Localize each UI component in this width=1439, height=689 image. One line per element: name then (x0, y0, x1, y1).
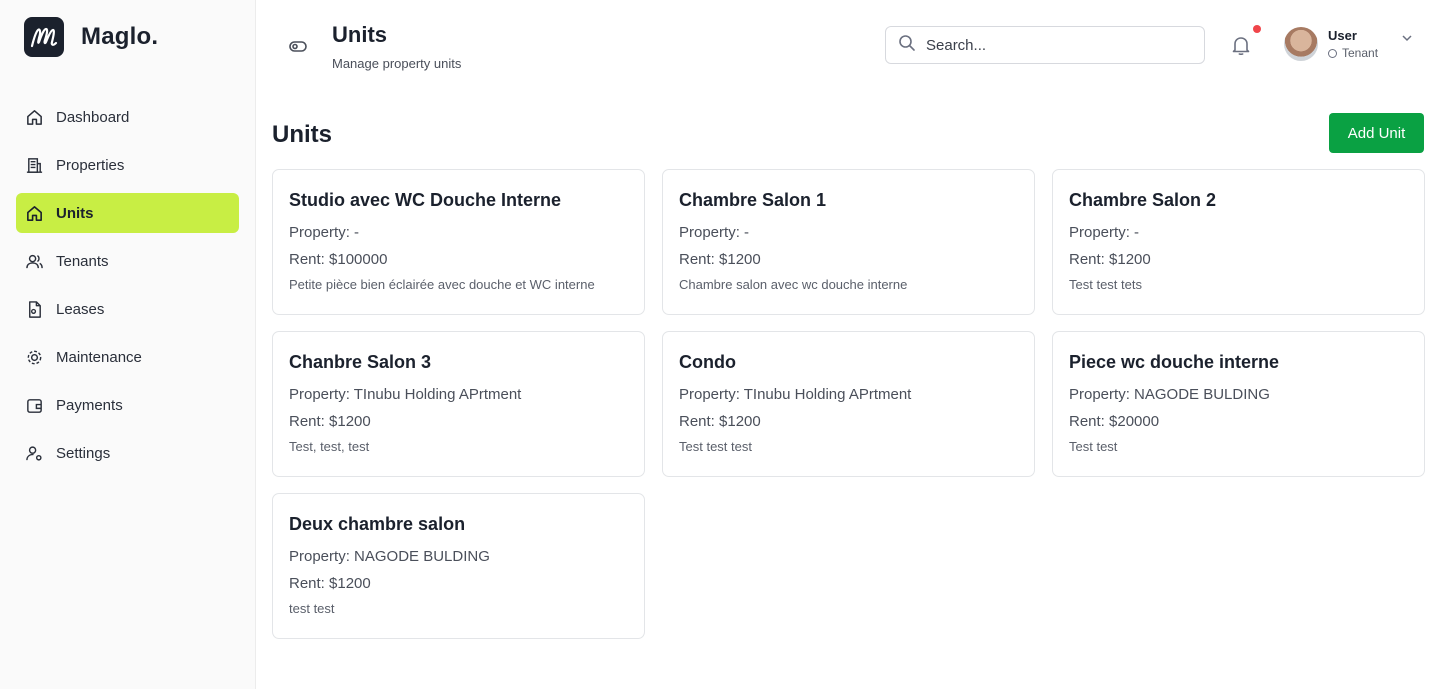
bell-icon[interactable] (1229, 33, 1253, 57)
sidebar-item-label: Units (56, 204, 94, 222)
unit-card[interactable]: Condo Property: TInubu Holding APrtment … (662, 331, 1035, 477)
sidebar-item-label: Maintenance (56, 348, 142, 366)
sidebar-nav: Dashboard Properties Units Tenants Lease… (16, 97, 239, 481)
unit-rent: Rent: $1200 (679, 251, 761, 268)
page-subtitle: Manage property units (332, 56, 462, 71)
sidebar-item-label: Payments (56, 396, 123, 414)
notification-badge (1253, 25, 1261, 33)
unit-property: Property: - (1069, 224, 1140, 241)
sidebar-item-leases[interactable]: Leases (16, 289, 239, 329)
avatar (1284, 27, 1318, 61)
user-menu[interactable]: User Tenant (1284, 27, 1414, 61)
sidebar-toggle-icon[interactable] (287, 35, 309, 57)
sidebar-item-units[interactable]: Units (16, 193, 239, 233)
sidebar: Maglo. Dashboard Properties Units Tenant… (0, 0, 256, 689)
sidebar-item-label: Properties (56, 156, 125, 174)
unit-name: Condo (679, 352, 736, 372)
sidebar-item-tenants[interactable]: Tenants (16, 241, 239, 281)
wallet-icon (24, 395, 44, 415)
unit-description: test test (289, 601, 335, 616)
sidebar-item-label: Dashboard (56, 108, 130, 126)
unit-property: Property: TInubu Holding APrtment (289, 386, 522, 403)
unit-card[interactable]: Chambre Salon 2 Property: - Rent: $1200 … (1052, 169, 1425, 315)
unit-name: Deux chambre salon (289, 514, 466, 534)
brand[interactable]: Maglo. (24, 17, 158, 57)
add-unit-button[interactable]: Add Unit (1329, 113, 1424, 153)
unit-property: Property: NAGODE BULDING (1069, 386, 1270, 403)
role-icon (1328, 48, 1337, 58)
sidebar-item-settings[interactable]: Settings (16, 433, 239, 473)
units-grid: Studio avec WC Douche Interne Property: … (272, 169, 1425, 639)
home-icon (24, 107, 44, 127)
brand-name: Maglo. (81, 23, 159, 50)
unit-card[interactable]: Studio avec WC Douche Interne Property: … (272, 169, 645, 315)
unit-rent: Rent: $100000 (289, 251, 388, 268)
unit-name: Chambre Salon 2 (1069, 190, 1217, 210)
user-name: User (1328, 28, 1357, 43)
unit-description: Test test tets (1069, 277, 1142, 292)
top-header: Units Manage property units User Tenant (256, 0, 1439, 92)
unit-card[interactable]: Deux chambre salon Property: NAGODE BULD… (272, 493, 645, 639)
user-role: Tenant (1328, 46, 1378, 60)
sidebar-item-label: Leases (56, 300, 105, 318)
unit-card[interactable]: Chanbre Salon 3 Property: TInubu Holding… (272, 331, 645, 477)
users-icon (24, 251, 44, 271)
unit-name: Studio avec WC Douche Interne (289, 190, 562, 210)
search-box[interactable] (885, 26, 1205, 64)
section-title: Units (272, 121, 332, 148)
chevron-down-icon (1400, 31, 1414, 45)
unit-name: Chanbre Salon 3 (289, 352, 432, 372)
sidebar-item-label: Settings (56, 444, 111, 462)
home-icon (24, 203, 44, 223)
unit-card[interactable]: Chambre Salon 1 Property: - Rent: $1200 … (662, 169, 1035, 315)
unit-property: Property: TInubu Holding APrtment (679, 386, 912, 403)
logo-icon (24, 17, 64, 57)
file-icon (24, 299, 44, 319)
unit-description: Chambre salon avec wc douche interne (679, 277, 908, 292)
search-input[interactable] (926, 36, 1186, 54)
unit-rent: Rent: $1200 (289, 575, 371, 592)
unit-rent: Rent: $1200 (1069, 251, 1151, 268)
building-icon (24, 155, 44, 175)
user-settings-icon (24, 443, 44, 463)
unit-description: Test test test (679, 439, 752, 454)
sidebar-item-properties[interactable]: Properties (16, 145, 239, 185)
unit-card[interactable]: Piece wc douche interne Property: NAGODE… (1052, 331, 1425, 477)
unit-rent: Rent: $20000 (1069, 413, 1160, 430)
unit-description: Petite pièce bien éclairée avec douche e… (289, 277, 595, 292)
unit-property: Property: - (679, 224, 750, 241)
unit-rent: Rent: $1200 (289, 413, 371, 430)
unit-description: Test test (1069, 439, 1118, 454)
unit-rent: Rent: $1200 (679, 413, 761, 430)
page-title: Units (332, 22, 387, 47)
user-role-label: Tenant (1342, 46, 1379, 60)
sidebar-item-dashboard[interactable]: Dashboard (16, 97, 239, 137)
sidebar-item-maintenance[interactable]: Maintenance (16, 337, 239, 377)
sidebar-item-payments[interactable]: Payments (16, 385, 239, 425)
unit-name: Chambre Salon 1 (679, 190, 827, 210)
search-icon (898, 34, 916, 57)
sidebar-item-label: Tenants (56, 252, 109, 270)
unit-property: Property: - (289, 224, 360, 241)
unit-property: Property: NAGODE BULDING (289, 548, 490, 565)
unit-description: Test, test, test (289, 439, 370, 454)
cog-icon (24, 347, 44, 367)
unit-name: Piece wc douche interne (1069, 352, 1280, 372)
